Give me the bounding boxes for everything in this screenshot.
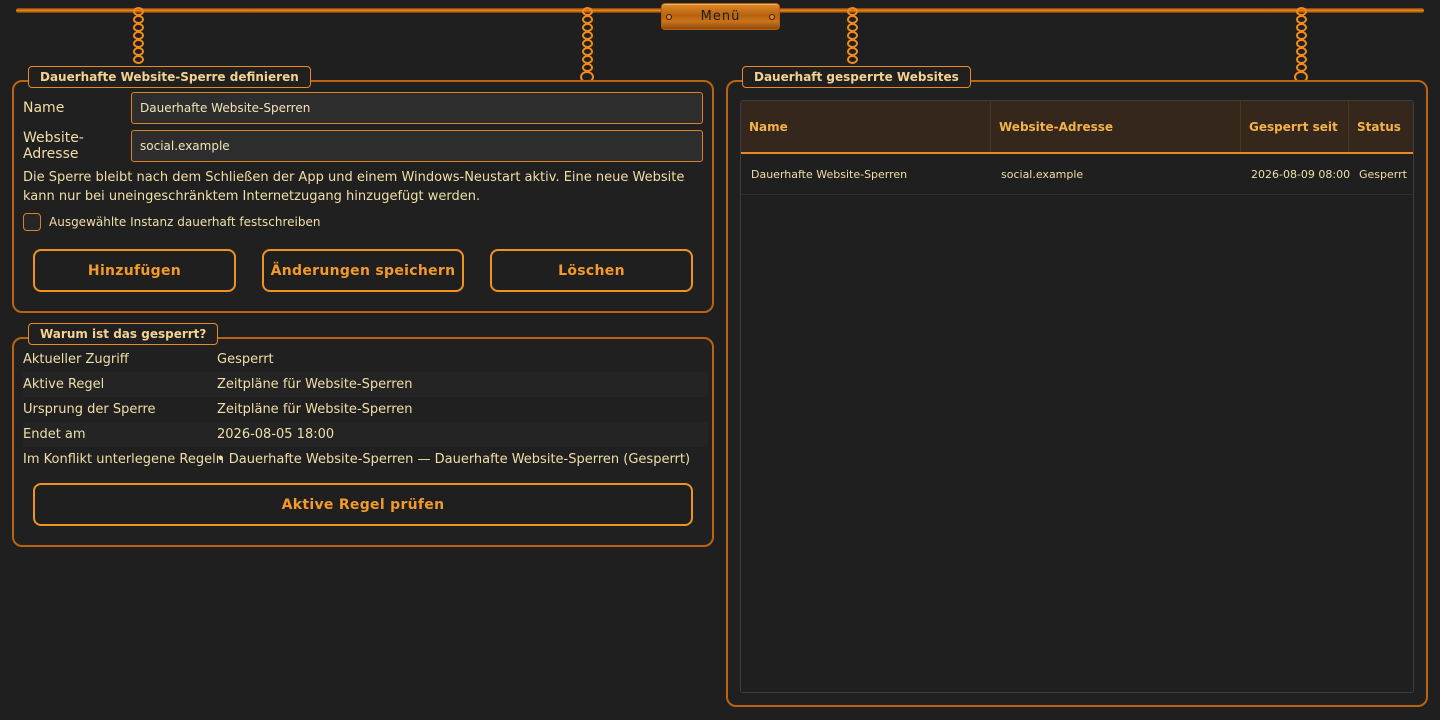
chain-decoration: [580, 7, 594, 83]
column-header-status[interactable]: Status: [1349, 101, 1413, 152]
info-key: Im Konflikt unterlegene Regeln: [23, 452, 224, 467]
name-input[interactable]: [131, 92, 703, 124]
info-row: Ursprung der Sperre Zeitpläne für Websit…: [23, 397, 708, 422]
website-address-input[interactable]: [131, 130, 703, 162]
info-key: Aktueller Zugriff: [23, 352, 129, 367]
info-row: Endet am 2026-08-05 18:00: [23, 422, 708, 447]
info-value: Zeitpläne für Website-Sperren: [217, 402, 413, 417]
chain-decoration: [132, 7, 144, 64]
menu-button[interactable]: Menü: [661, 3, 780, 30]
save-changes-button[interactable]: Änderungen speichern: [262, 249, 464, 292]
persist-checkbox[interactable]: [23, 213, 41, 231]
menu-label: Menü: [700, 9, 741, 24]
address-label: Website-Adresse: [23, 130, 84, 162]
info-value: Gesperrt: [217, 352, 274, 367]
column-header-name[interactable]: Name: [741, 101, 991, 152]
cell-blocked-since: 2026-08-09 08:00: [1251, 167, 1351, 181]
rivet-icon: [666, 14, 672, 20]
blocked-websites-panel: Dauerhaft gesperrte Websites Name Websit…: [726, 66, 1428, 707]
info-row: Aktueller Zugriff Gesperrt: [23, 347, 708, 372]
info-key: Aktive Regel: [23, 377, 105, 392]
info-value: • Dauerhafte Website-Sperren — Dauerhaft…: [217, 452, 691, 467]
info-row: Im Konflikt unterlegene Regeln • Dauerha…: [23, 447, 708, 472]
chain-decoration: [1294, 7, 1308, 83]
cell-name: Dauerhafte Website-Sperren: [751, 167, 908, 181]
delete-button[interactable]: Löschen: [490, 249, 693, 292]
info-row: Aktive Regel Zeitpläne für Website-Sperr…: [23, 372, 708, 397]
name-row: Name: [23, 92, 703, 124]
why-blocked-title: Warum ist das gesperrt?: [28, 323, 219, 345]
info-text: Die Sperre bleibt nach dem Schließen der…: [23, 170, 685, 204]
blocked-websites-table: Name Website-Adresse Gesperrt seit Statu…: [740, 100, 1414, 693]
define-block-panel: Dauerhafte Website-Sperre definieren Nam…: [12, 66, 714, 313]
table-row[interactable]: Dauerhafte Website-Sperren social.exampl…: [741, 154, 1413, 195]
column-header-address[interactable]: Website-Adresse: [991, 101, 1241, 152]
info-key: Endet am: [23, 427, 86, 442]
add-button[interactable]: Hinzufügen: [33, 249, 236, 292]
why-blocked-panel: Warum ist das gesperrt? Aktueller Zugrif…: [12, 323, 714, 547]
info-key: Ursprung der Sperre: [23, 402, 156, 417]
blocked-websites-title: Dauerhaft gesperrte Websites: [742, 66, 971, 88]
info-value: Zeitpläne für Website-Sperren: [217, 377, 413, 392]
rivet-icon: [769, 14, 775, 20]
table-header: Name Website-Adresse Gesperrt seit Statu…: [741, 101, 1413, 154]
chain-decoration: [846, 7, 858, 64]
persist-checkbox-label[interactable]: Ausgewählte Instanz dauerhaft festschrei…: [49, 215, 320, 229]
name-label: Name: [23, 100, 65, 116]
check-active-rule-button[interactable]: Aktive Regel prüfen: [33, 483, 693, 526]
address-row: Website-Adresse: [23, 130, 703, 162]
cell-status: Gesperrt: [1359, 167, 1407, 181]
info-value: 2026-08-05 18:00: [217, 427, 335, 442]
define-block-title: Dauerhafte Website-Sperre definieren: [28, 66, 311, 88]
persist-checkbox-row[interactable]: Ausgewählte Instanz dauerhaft festschrei…: [23, 213, 320, 231]
cell-address: social.example: [1001, 167, 1084, 181]
column-header-blocked-since[interactable]: Gesperrt seit: [1241, 101, 1349, 152]
